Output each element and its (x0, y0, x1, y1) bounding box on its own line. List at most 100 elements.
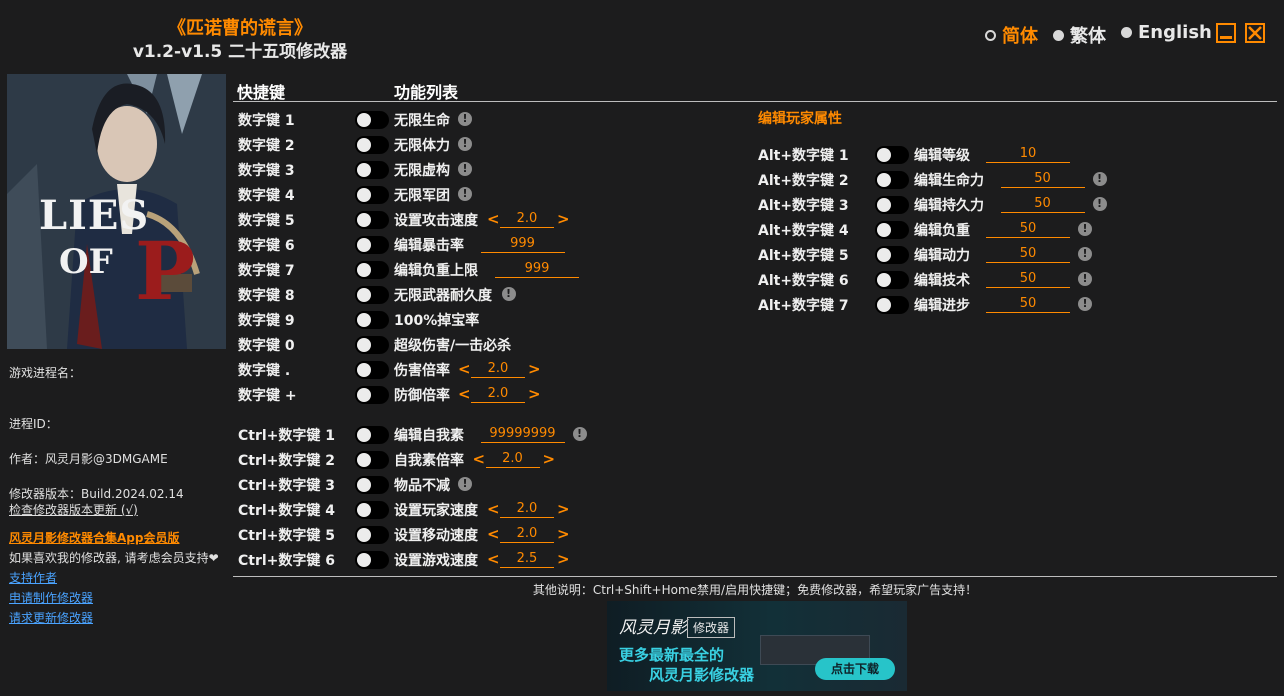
request-trainer-link[interactable]: 申请制作修改器 (9, 589, 93, 606)
toggle-switch[interactable] (875, 296, 909, 314)
hotkey-label: Alt+数字键 5 (758, 248, 849, 264)
feature-label: 编辑等级 (914, 148, 970, 164)
toggle-switch[interactable] (355, 136, 389, 154)
increase-arrow[interactable]: > (528, 385, 541, 403)
info-icon[interactable]: ! (1092, 197, 1107, 211)
app-member-link[interactable]: 风灵月影修改器合集App会员版 (9, 529, 179, 546)
info-icon[interactable]: ! (458, 477, 472, 491)
banner-tag: 修改器 (687, 617, 736, 638)
info-icon[interactable]: ! (501, 287, 516, 301)
toggle-switch[interactable] (875, 196, 909, 214)
toggle-switch[interactable] (875, 271, 909, 289)
minimize-button[interactable] (1216, 23, 1236, 43)
banner-line2: 风灵月影修改器 (649, 666, 755, 684)
toggle-switch[interactable] (355, 476, 389, 494)
toggle-switch[interactable] (355, 161, 389, 179)
hotkey-label: Ctrl+数字键 2 (238, 453, 336, 469)
request-update-link[interactable]: 请求更新修改器 (9, 609, 93, 626)
value-input[interactable]: 50 (986, 220, 1070, 238)
info-icon[interactable]: ! (458, 162, 472, 176)
value-input[interactable]: 50 (1000, 195, 1085, 213)
toggle-switch[interactable] (355, 236, 389, 254)
decrease-arrow[interactable]: < (473, 450, 486, 468)
feature-label: 编辑进步 (914, 298, 970, 314)
value-stepper-field[interactable]: 2.5 (500, 550, 554, 568)
feature-label: 设置攻击速度 (394, 213, 478, 229)
ad-banner[interactable]: 风灵月影 修改器 更多最新最全的 风灵月影修改器 点击下载 (607, 601, 907, 691)
toggle-switch[interactable] (355, 501, 389, 519)
info-icon[interactable]: ! (572, 427, 587, 441)
increase-arrow[interactable]: > (543, 450, 556, 468)
decrease-arrow[interactable]: < (487, 525, 500, 543)
toggle-switch[interactable] (355, 361, 389, 379)
support-author-link[interactable]: 支持作者 (9, 569, 57, 586)
toggle-switch[interactable] (355, 186, 389, 204)
increase-arrow[interactable]: > (557, 210, 570, 228)
value-input[interactable]: 50 (1000, 170, 1085, 188)
toggle-switch[interactable] (355, 311, 389, 329)
feature-label: 物品不减 (394, 478, 450, 494)
banner-brand: 风灵月影 (619, 618, 687, 638)
feature-label: 编辑技术 (914, 273, 970, 289)
toggle-switch[interactable] (355, 386, 389, 404)
increase-arrow[interactable]: > (528, 360, 541, 378)
lang-traditional[interactable]: 繁体 (1053, 22, 1106, 48)
features-column-header: 功能列表 (394, 83, 459, 102)
hotkey-label: 数字键 2 (238, 138, 295, 154)
value-input[interactable]: 99999999 (480, 425, 565, 443)
decrease-arrow[interactable]: < (487, 550, 500, 568)
lang-simplified[interactable]: 简体 (985, 22, 1038, 48)
toggle-switch[interactable] (355, 526, 389, 544)
toggle-switch[interactable] (875, 171, 909, 189)
feature-label: 自我素倍率 (394, 453, 464, 469)
decrease-arrow[interactable]: < (487, 210, 500, 228)
value-input[interactable]: 10 (986, 145, 1070, 163)
increase-arrow[interactable]: > (557, 500, 570, 518)
value-input[interactable]: 50 (986, 270, 1070, 288)
toggle-switch[interactable] (355, 551, 389, 569)
banner-download-button[interactable]: 点击下载 (815, 658, 895, 680)
header-divider (233, 101, 1277, 102)
info-icon[interactable]: ! (458, 137, 472, 151)
toggle-switch[interactable] (355, 336, 389, 354)
info-icon[interactable]: ! (1078, 297, 1092, 311)
info-icon[interactable]: ! (458, 187, 472, 201)
toggle-switch[interactable] (875, 221, 909, 239)
trainer-version-title: v1.2-v1.5 二十五项修改器 (132, 42, 348, 62)
footer-divider (233, 576, 1277, 577)
close-button[interactable] (1245, 23, 1265, 43)
toggle-switch[interactable] (355, 426, 389, 444)
check-update-link[interactable]: 检查修改器版本更新 (√) (9, 501, 138, 518)
value-stepper-field[interactable]: 2.0 (500, 525, 554, 543)
info-icon[interactable]: ! (1078, 247, 1092, 261)
info-icon[interactable]: ! (1078, 272, 1092, 286)
hotkey-label: 数字键 4 (238, 188, 295, 204)
toggle-switch[interactable] (875, 146, 909, 164)
value-stepper-field[interactable]: 2.0 (500, 500, 554, 518)
lang-english[interactable]: English (1121, 22, 1212, 43)
feature-label: 100%掉宝率 (394, 313, 480, 329)
toggle-switch[interactable] (355, 451, 389, 469)
decrease-arrow[interactable]: < (458, 360, 471, 378)
toggle-switch[interactable] (355, 261, 389, 279)
increase-arrow[interactable]: > (557, 550, 570, 568)
toggle-switch[interactable] (355, 211, 389, 229)
value-input[interactable]: 50 (986, 295, 1070, 313)
value-stepper-field[interactable]: 2.0 (471, 385, 525, 403)
value-stepper-field[interactable]: 2.0 (471, 360, 525, 378)
toggle-switch[interactable] (355, 286, 389, 304)
value-input[interactable]: 50 (986, 245, 1070, 263)
toggle-switch[interactable] (355, 111, 389, 129)
info-icon[interactable]: ! (1092, 172, 1107, 186)
info-icon[interactable]: ! (458, 112, 472, 126)
value-input[interactable]: 999 (495, 260, 579, 278)
decrease-arrow[interactable]: < (487, 500, 500, 518)
increase-arrow[interactable]: > (557, 525, 570, 543)
value-stepper-field[interactable]: 2.0 (500, 210, 554, 228)
value-stepper-field[interactable]: 2.0 (485, 450, 540, 468)
hotkey-label: Alt+数字键 2 (758, 173, 849, 189)
toggle-switch[interactable] (875, 246, 909, 264)
decrease-arrow[interactable]: < (458, 385, 471, 403)
info-icon[interactable]: ! (1078, 222, 1092, 236)
value-input[interactable]: 999 (480, 235, 565, 253)
